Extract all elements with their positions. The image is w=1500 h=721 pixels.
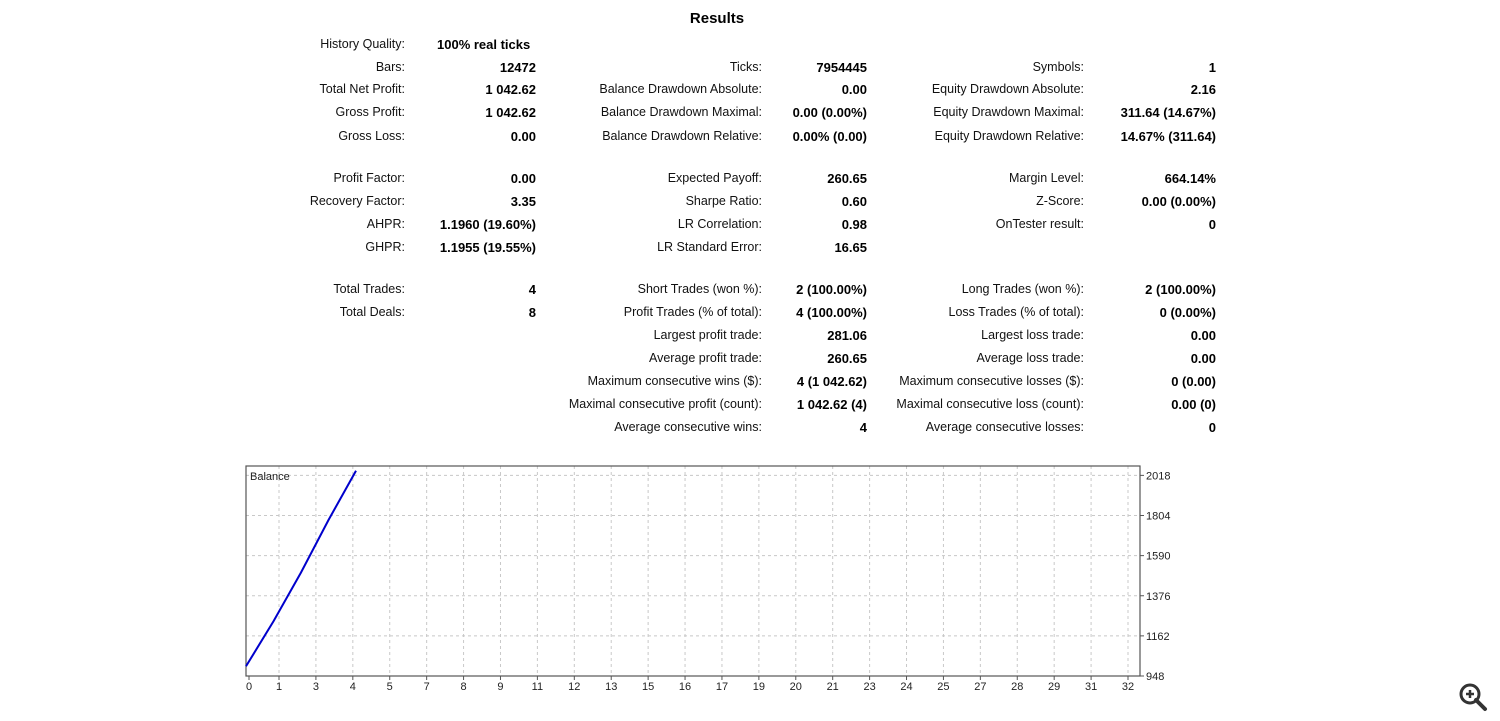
x-tick-label: 23: [863, 681, 875, 693]
y-tick-label: 1162: [1146, 631, 1170, 643]
x-tick-label: 5: [387, 681, 393, 693]
x-tick-label: 21: [827, 681, 839, 693]
y-tick-label: 1804: [1146, 511, 1170, 523]
x-tick-label: 25: [937, 681, 949, 693]
x-tick-label: 27: [974, 681, 986, 693]
x-tick-label: 17: [716, 681, 728, 693]
y-tick-label: 1376: [1146, 591, 1170, 603]
y-tick-label: 948: [1146, 671, 1164, 683]
x-tick-label: 4: [350, 681, 356, 693]
x-tick-label: 8: [461, 681, 467, 693]
y-tick-label: 2018: [1146, 470, 1170, 482]
x-tick-label: 12: [568, 681, 580, 693]
x-tick-label: 13: [605, 681, 617, 693]
x-tick-label: 9: [497, 681, 503, 693]
x-tick-label: 29: [1048, 681, 1060, 693]
plot-area: [246, 466, 1140, 676]
x-tick-label: 11: [532, 681, 543, 693]
x-tick-label: 0: [246, 681, 252, 693]
x-tick-label: 16: [679, 681, 691, 693]
x-tick-label: 31: [1085, 681, 1097, 693]
x-tick-label: 15: [642, 681, 654, 693]
chart-title: Balance: [250, 471, 290, 483]
zoom-in-icon: [1459, 683, 1487, 711]
x-tick-label: 19: [753, 681, 765, 693]
y-tick-label: 1590: [1146, 551, 1170, 563]
x-tick-label: 1: [276, 681, 282, 693]
x-tick-label: 24: [900, 681, 912, 693]
x-tick-label: 7: [424, 681, 430, 693]
zoom-in-button[interactable]: [1457, 681, 1489, 713]
x-tick-label: 20: [790, 681, 802, 693]
x-tick-label: 32: [1122, 681, 1134, 693]
balance-chart: 0 1 3 4 5 7 8 9 11 12 13 15 16 17 19 20 21 23 24 25 27 28 29 31…: [245, 465, 1170, 693]
x-tick-label: 28: [1011, 681, 1023, 693]
x-tick-label: 3: [313, 681, 319, 693]
